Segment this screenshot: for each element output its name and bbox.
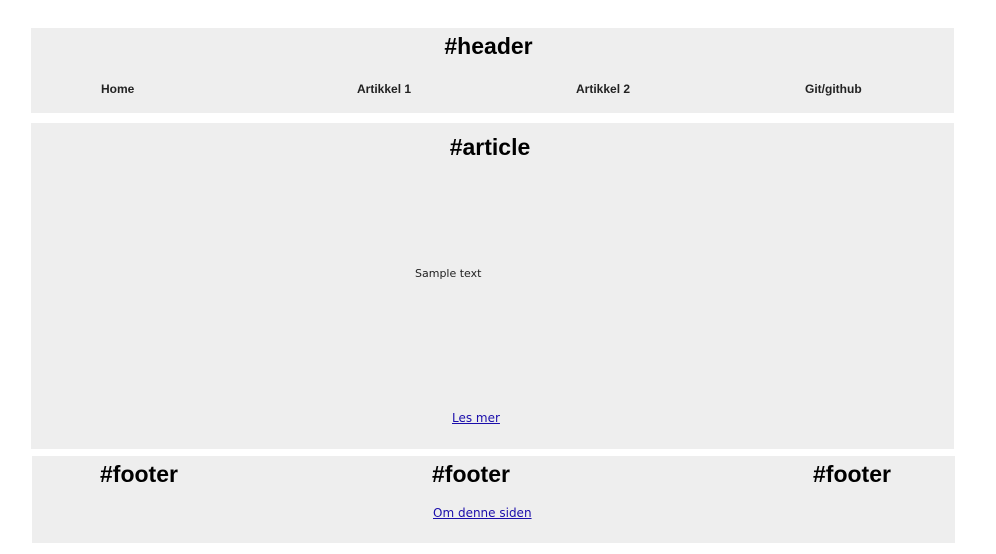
footer-title-left: #footer bbox=[100, 461, 178, 487]
footer-title-center: #footer bbox=[432, 461, 510, 487]
read-more-link[interactable]: Les mer bbox=[452, 411, 500, 425]
article-panel: #article Sample text Les mer bbox=[31, 123, 954, 449]
nav-link-artikkel-2[interactable]: Artikkel 2 bbox=[576, 82, 630, 96]
nav-link-git-github[interactable]: Git/github bbox=[805, 82, 862, 96]
about-page-link[interactable]: Om denne siden bbox=[433, 506, 532, 520]
article-title: #article bbox=[449, 134, 531, 160]
footer-panel: #footer #footer #footer Om denne siden bbox=[32, 456, 955, 543]
header-panel: #header Home Artikkel 1 Artikkel 2 Git/g… bbox=[31, 28, 954, 113]
page: #header Home Artikkel 1 Artikkel 2 Git/g… bbox=[0, 0, 996, 554]
footer-title-right: #footer bbox=[813, 461, 891, 487]
nav-link-home[interactable]: Home bbox=[101, 82, 134, 96]
article-body-text: Sample text bbox=[415, 267, 482, 280]
nav-link-artikkel-1[interactable]: Artikkel 1 bbox=[357, 82, 411, 96]
header-title: #header bbox=[444, 33, 533, 59]
